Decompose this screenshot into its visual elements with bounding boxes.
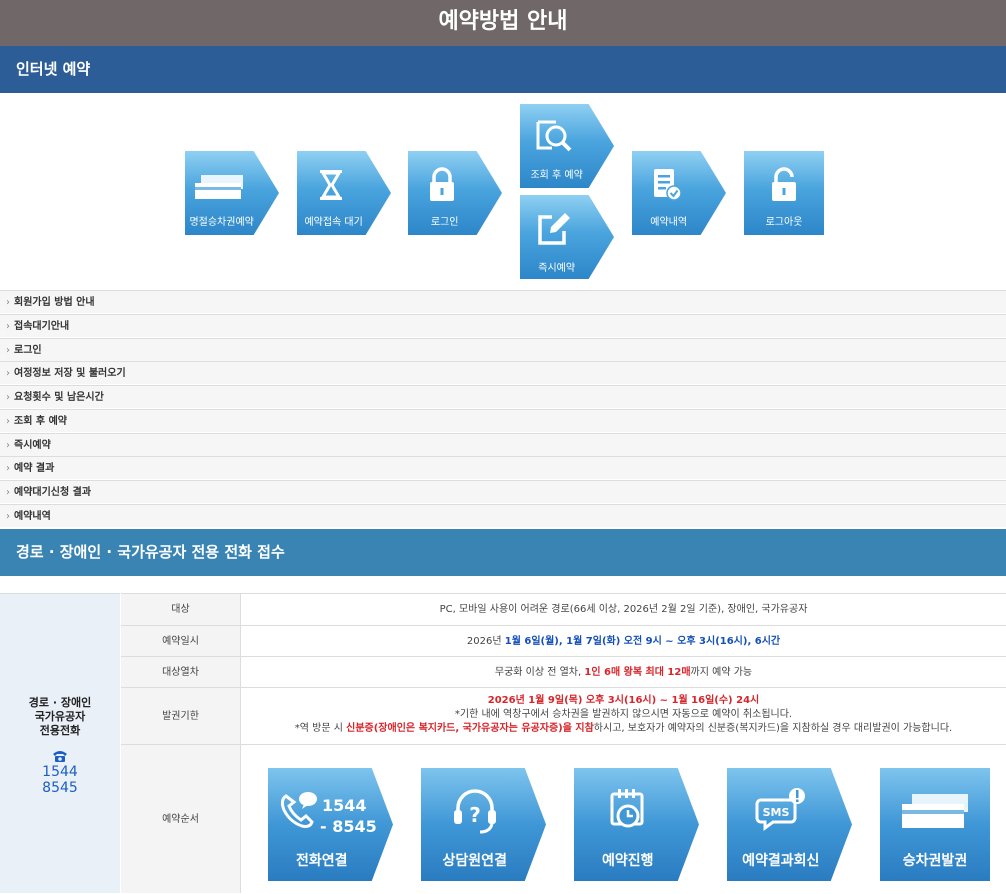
phone-title-line1: 경로 · 장애인 xyxy=(28,696,92,709)
accordion-label: 접속대기안내 xyxy=(14,321,70,332)
phone-title-line3: 전용전화 xyxy=(39,724,81,737)
accordion-label: 예약 결과 xyxy=(14,463,55,474)
calendar-clock-icon xyxy=(574,786,682,838)
step-reservation-history: 예약내역 xyxy=(632,151,726,235)
step-label: 조회 후 예약 xyxy=(530,170,583,181)
search-document-icon xyxy=(520,118,589,157)
sms-icon: SMS xyxy=(727,786,835,838)
step-search-reserve: 조회 후 예약 xyxy=(520,104,614,188)
accordion-item-search-reserve[interactable]: › 조회 후 예약 xyxy=(0,409,1006,432)
accordion-item-instant-reserve[interactable]: › 즉시예약 xyxy=(0,433,1006,456)
step-label: 로그인 xyxy=(430,217,459,228)
accordion-label: 로그인 xyxy=(14,345,42,356)
lock-icon xyxy=(408,167,477,206)
accordion-item-login[interactable]: › 로그인 xyxy=(0,338,1006,361)
step-label: 예약내역 xyxy=(650,217,688,228)
date-day1: 1월 6일(월) xyxy=(504,636,559,647)
phone-step-result: SMS 예약결과회신 xyxy=(727,768,852,881)
call-number-a: 1544 xyxy=(322,796,367,815)
accordion-item-result[interactable]: › 예약 결과 xyxy=(0,456,1006,479)
date-duration: 6시간 xyxy=(754,636,781,647)
row-train-label: 대상열차 xyxy=(121,656,241,687)
phone-step-label: 상담원연결 xyxy=(442,853,507,869)
accordion-label: 예약내역 xyxy=(14,511,51,522)
call-number-b: - 8545 xyxy=(320,817,377,836)
row-order-label: 예약순서 xyxy=(121,744,241,893)
step-wait-queue: 예약접속 대기 xyxy=(297,151,391,235)
section-phone-title: 경로 · 장애인 · 국가유공자 전용 전화 접수 xyxy=(0,529,1006,576)
row-issue-label: 발권기한 xyxy=(121,687,241,744)
train-limit: 1인 6매 왕복 최대 12매 xyxy=(584,667,691,678)
step-holiday-ticket: 명절승차권예약 xyxy=(185,151,279,235)
phone-service-cell: 경로 · 장애인 국가유공자 전용전화 1544 8545 xyxy=(0,593,120,893)
step-logout: 로그아웃 xyxy=(744,151,824,235)
svg-text:?: ? xyxy=(469,803,481,827)
step-label: 즉시예약 xyxy=(538,263,576,274)
issue-note1: *기한 내에 역창구에서 승차권을 발권하지 않으시면 자동으로 예약이 취소됩… xyxy=(454,709,793,720)
accordion-item-wait-queue[interactable]: › 접속대기안내 xyxy=(0,314,1006,337)
row-target-label: 대상 xyxy=(121,593,241,625)
accordion-label: 즉시예약 xyxy=(14,440,51,451)
issue-note2: *역 방문 시 신분증(장애인은 복지카드, 국가유공자는 유공자증)을 지참하… xyxy=(294,723,953,734)
row-target-value: PC, 모바일 사용이 어려운 경로(66세 이상, 2026년 2월 2일 기… xyxy=(241,593,1006,625)
train-suffix: 까지 예약 가능 xyxy=(690,667,753,678)
sms-text: SMS xyxy=(762,806,789,819)
date-day2: 1월 7일(화) 오전 9시 ~ 오후 3시(16시) xyxy=(566,636,748,647)
accordion-item-waitlist-result[interactable]: › 예약대기신청 결과 xyxy=(0,480,1006,503)
ticket-icon xyxy=(185,173,254,204)
accordion-item-request-count[interactable]: › 요청횟수 및 남은시간 xyxy=(0,385,1006,408)
phone-number-line1: 1544 xyxy=(42,764,78,780)
accordion-label: 여정정보 저장 및 불러오기 xyxy=(14,368,126,379)
phone-step-call: 1544 - 8545 전화연결 xyxy=(268,768,393,881)
row-train-value: 무궁화 이상 전 열차, 1인 6매 왕복 최대 12매까지 예약 가능 xyxy=(241,656,1006,687)
step-label: 명절승차권예약 xyxy=(189,217,254,228)
phone-step-label: 예약진행 xyxy=(601,853,654,869)
document-check-icon xyxy=(632,167,701,206)
phone-title-line2: 국가유공자 xyxy=(34,710,86,723)
ticket-icon xyxy=(880,792,990,836)
date-separator2: , xyxy=(747,636,755,647)
row-issue-value: 2026년 1월 9일(목) 오후 3시(16시) ~ 1월 16일(수) 24… xyxy=(241,687,1006,744)
accordion-item-itinerary[interactable]: › 여정정보 저장 및 불러오기 xyxy=(0,361,1006,384)
train-prefix: 무궁화 이상 전 열차, xyxy=(494,667,585,678)
page-title: 예약방법 안내 xyxy=(0,0,1006,46)
accordion-label: 예약대기신청 결과 xyxy=(14,487,92,498)
section-internet-title: 인터넷 예약 xyxy=(0,46,1006,93)
accordion-label: 회원가입 방법 안내 xyxy=(14,297,95,308)
step-label: 예약접속 대기 xyxy=(304,217,363,228)
phone-step-label: 전화연결 xyxy=(295,853,348,869)
step-login: 로그인 xyxy=(408,151,502,235)
phone-step-label: 승차권발권 xyxy=(902,853,968,869)
phone-number-line2: 8545 xyxy=(42,780,78,796)
phone-step-issue: 승차권발권 xyxy=(880,768,990,881)
accordion-label: 조회 후 예약 xyxy=(14,416,67,427)
headset-icon: ? xyxy=(421,786,529,842)
telephone-icon xyxy=(0,748,120,764)
step-instant-reserve: 즉시예약 xyxy=(520,195,614,279)
date-prefix: 2026년 xyxy=(466,636,505,647)
unlock-icon xyxy=(744,167,824,206)
hourglass-icon xyxy=(297,169,366,204)
row-date-value: 2026년 1월 6일(월), 1월 7일(화) 오전 9시 ~ 오후 3시(1… xyxy=(241,625,1006,656)
phone-step-label: 예약결과회신 xyxy=(742,853,820,869)
phone-step-progress: 예약진행 xyxy=(574,768,699,881)
edit-icon xyxy=(520,211,589,250)
step-label: 로그아웃 xyxy=(765,217,803,228)
accordion-item-signup[interactable]: › 회원가입 방법 안내 xyxy=(0,290,1006,313)
row-date-label: 예약일시 xyxy=(121,625,241,656)
issue-deadline: 2026년 1월 9일(목) 오후 3시(16시) ~ 1월 16일(수) 24… xyxy=(487,695,760,706)
phone-call-icon xyxy=(278,790,318,834)
accordion-item-history[interactable]: › 예약내역 xyxy=(0,504,1006,527)
accordion-label: 요청횟수 및 남은시간 xyxy=(14,392,104,403)
phone-step-agent: ? 상담원연결 xyxy=(421,768,546,881)
